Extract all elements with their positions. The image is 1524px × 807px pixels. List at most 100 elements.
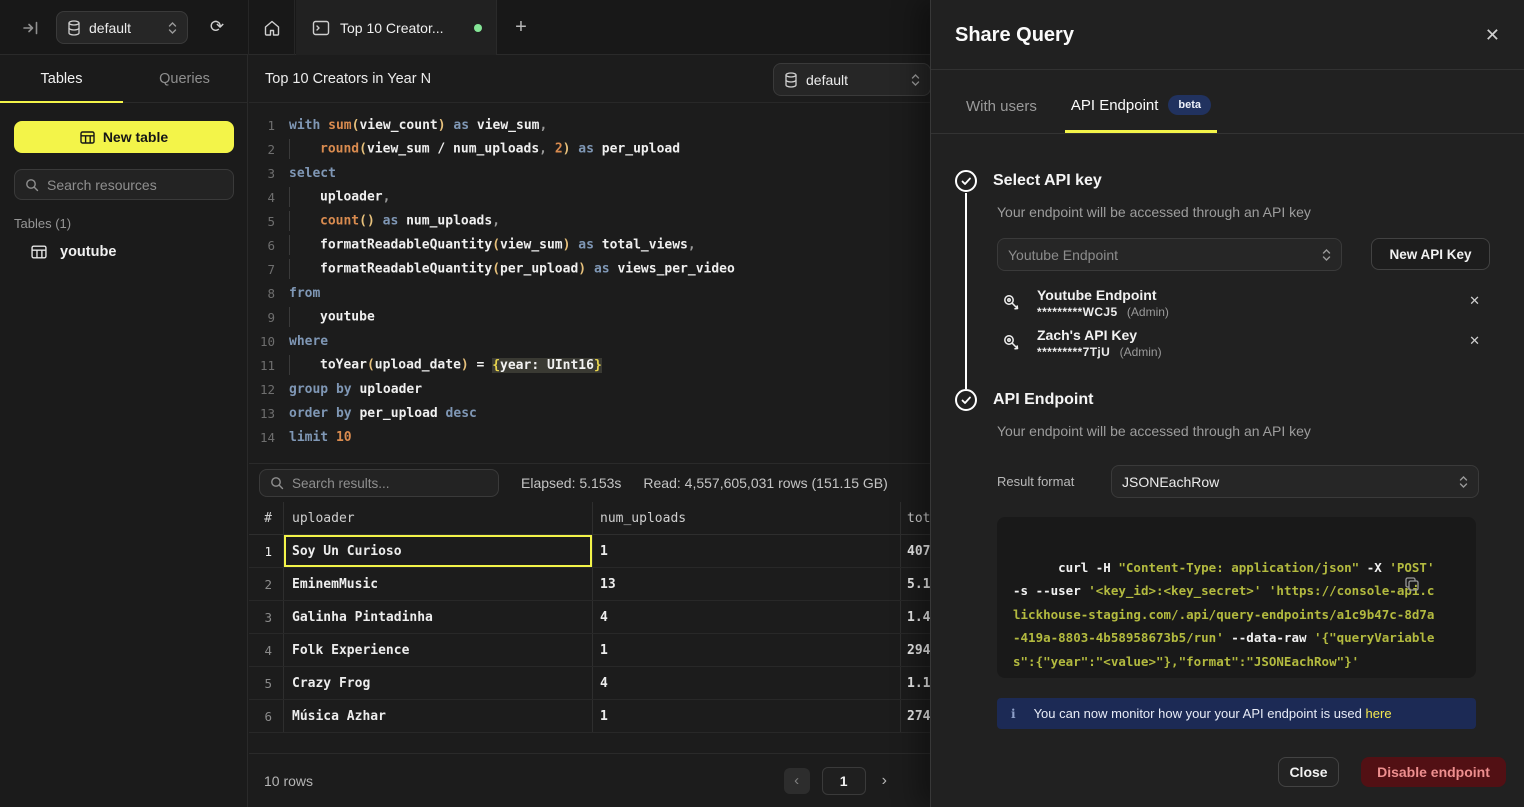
prev-page-button[interactable]: ‹ [784,768,810,794]
sql-line: 13order by per_upload desc [249,401,931,425]
chevron-updown-icon [1459,475,1468,489]
database-icon [784,72,798,88]
query-title: Top 10 Creators in Year N [265,71,431,87]
collapse-sidebar-icon[interactable] [20,17,42,39]
pagination: ‹ 1 › [784,767,891,795]
query-tab-label: Top 10 Creator... [340,20,464,36]
total-views-cell[interactable]: 5.1 [901,568,931,600]
sql-line: 2round(view_sum / num_uploads, 2) as per… [249,137,931,161]
sidebar-search-input[interactable]: Search resources [14,169,234,200]
column-header-tot[interactable]: tot [901,502,931,534]
copy-icon[interactable] [1404,529,1464,639]
close-icon[interactable]: ✕ [1485,26,1500,44]
total-views-cell[interactable]: 407 [901,535,931,567]
line-number: 5 [249,214,275,229]
sql-line: 7formatReadableQuantity(per_upload) as v… [249,257,931,281]
beta-badge: beta [1168,95,1211,115]
sql-line: 5 count() as num_uploads, [249,209,931,233]
column-header-#[interactable]: # [249,502,284,534]
tab-api-endpoint[interactable]: API Endpoint beta [1071,95,1211,133]
banner-here-link[interactable]: here [1366,706,1392,721]
num-uploads-cell[interactable]: 13 [593,568,901,600]
sql-line: 11toYear(upload_date) = {year: UInt16} [249,353,931,377]
tab-label: API Endpoint [1071,97,1159,114]
line-number: 8 [249,286,275,301]
table-row[interactable]: 5Crazy Frog41.1 [249,667,931,700]
sql-text: formatReadableQuantity(view_sum) as tota… [289,235,696,255]
editor-database-selector[interactable]: default [773,63,931,96]
table-row[interactable]: 6Música Azhar1274 [249,700,931,733]
disable-endpoint-button[interactable]: Disable endpoint [1361,757,1506,787]
num-uploads-cell[interactable]: 1 [593,634,901,666]
main-area: Top 10 Creators in Year N default 1with … [249,55,931,807]
table-row[interactable]: 2EminemMusic135.1 [249,568,931,601]
share-tabs: With users API Endpoint beta [931,70,1524,134]
uploader-cell[interactable]: Soy Un Curioso [284,535,593,567]
home-icon [263,19,281,37]
remove-key-icon[interactable]: ✕ [1469,293,1480,309]
api-key-dropdown[interactable]: Youtube Endpoint [997,238,1342,271]
editor-header: Top 10 Creators in Year N default [249,55,931,103]
num-uploads-cell[interactable]: 1 [593,535,901,567]
sql-text: count() as num_uploads, [289,211,500,231]
num-uploads-cell[interactable]: 4 [593,667,901,699]
api-key-role: (Admin) [1124,305,1169,319]
refresh-icon[interactable]: ⟳ [206,16,228,38]
read-stat: Read: 4,557,605,031 rows (151.15 GB) [643,475,887,491]
sql-editor[interactable]: 1with sum(view_count) as view_sum,2round… [249,113,931,449]
line-number: 9 [249,310,275,325]
remove-key-icon[interactable]: ✕ [1469,333,1480,349]
api-key-masked: *********7TjU (Admin) [1037,345,1162,359]
total-views-cell[interactable]: 294 [901,634,931,666]
new-table-button[interactable]: New table [14,121,234,153]
uploader-cell[interactable]: Folk Experience [284,634,593,666]
sidebar-tab-queries[interactable]: Queries [123,55,246,102]
curl-command: curl -H "Content-Type: application/json"… [1013,560,1442,669]
sidebar-item-youtube[interactable]: youtube [0,236,248,268]
panel-title: Share Query [955,24,1074,47]
sidebar-search-placeholder: Search resources [47,177,157,193]
table-row[interactable]: 4Folk Experience1294 [249,634,931,667]
sql-text: toYear(upload_date) = {year: UInt16} [289,355,602,375]
uploader-cell[interactable]: Música Azhar [284,700,593,732]
total-views-cell[interactable]: 1.1 [901,667,931,699]
database-selector-value: default [89,20,160,36]
results-search-input[interactable]: Search results... [259,469,499,497]
total-views-cell[interactable]: 1.4 [901,601,931,633]
num-uploads-cell[interactable]: 4 [593,601,901,633]
num-uploads-cell[interactable]: 1 [593,700,901,732]
editor-database-value: default [806,72,903,88]
search-icon [270,476,284,490]
new-tab-button[interactable]: + [497,0,545,55]
select-api-key-heading: Select API key [993,172,1102,190]
column-header-num_uploads[interactable]: num_uploads [593,502,901,534]
uploader-cell[interactable]: Galinha Pintadinha [284,601,593,633]
column-header-uploader[interactable]: uploader [284,502,593,534]
table-item-label: youtube [60,244,116,260]
key-icon [1001,292,1023,314]
row-number: 3 [249,601,284,633]
next-page-button[interactable]: › [878,772,891,790]
table-row[interactable]: 1Soy Un Curioso1407 [249,535,931,568]
uploader-cell[interactable]: EminemMusic [284,568,593,600]
row-number: 5 [249,667,284,699]
tab-with-users[interactable]: With users [966,98,1037,133]
clickhouse-console: default ⟳ Top 10 Creator... + TablesQuer… [0,0,1524,807]
current-page-button[interactable]: 1 [822,767,866,795]
sql-line: 3select [249,161,931,185]
home-button[interactable] [248,0,295,55]
new-api-key-button[interactable]: New API Key [1371,238,1490,270]
sidebar-tab-tables[interactable]: Tables [0,55,123,102]
total-views-cell[interactable]: 274 [901,700,931,732]
api-key-name: Zach's API Key [1037,327,1137,343]
result-format-dropdown[interactable]: JSONEachRow [1111,465,1479,498]
line-number: 4 [249,190,275,205]
uploader-cell[interactable]: Crazy Frog [284,667,593,699]
new-table-label: New table [103,129,168,145]
database-selector[interactable]: default [56,11,188,44]
line-number: 7 [249,262,275,277]
table-row[interactable]: 3Galinha Pintadinha41.4 [249,601,931,634]
close-button[interactable]: Close [1278,757,1339,787]
query-tab[interactable]: Top 10 Creator... [296,0,497,55]
api-key-dropdown-value: Youtube Endpoint [1008,247,1314,263]
